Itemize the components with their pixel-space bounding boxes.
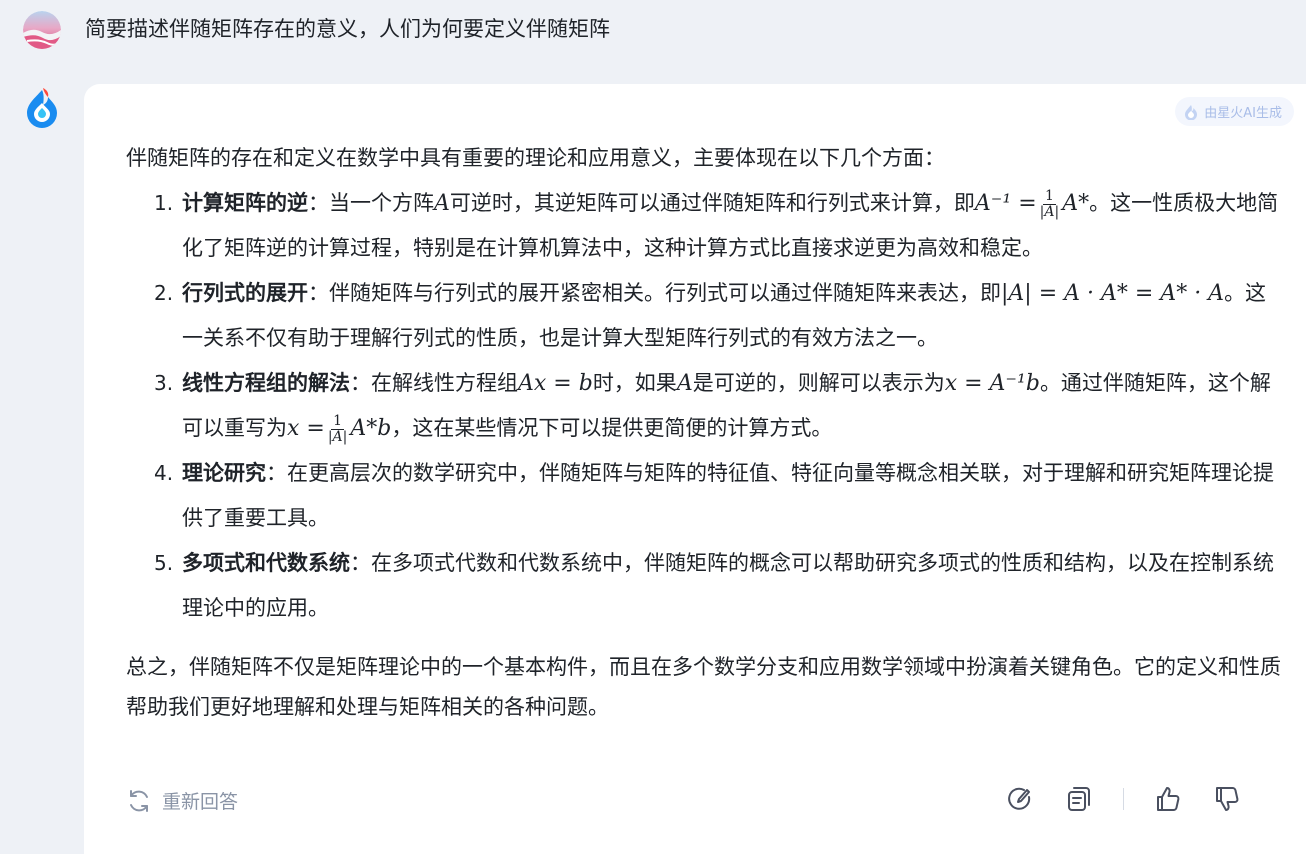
dislike-button[interactable]	[1212, 784, 1242, 814]
list-item: 2. 行列式的展开：伴随矩阵与行列式的展开紧密相关。行列式可以通过伴随矩阵来表达…	[154, 271, 1286, 361]
point-text: 时，如果	[592, 371, 677, 395]
thumbs-down-icon	[1216, 787, 1239, 811]
spark-small-icon	[1185, 104, 1198, 120]
math-fraction: 1 |A|	[327, 412, 348, 445]
point-text: ，这在某些情况下可以提供更简便的计算方式。	[391, 416, 833, 440]
refresh-icon	[130, 789, 148, 812]
math-inline: A⁻¹ =	[974, 191, 1037, 216]
point-title: 理论研究	[182, 461, 266, 485]
math-inline: x =	[287, 416, 325, 441]
answer-content: 伴随矩阵的存在和定义在数学中具有重要的理论和应用意义，主要体现在以下几个方面： …	[126, 138, 1286, 727]
list-number: 2.	[154, 281, 174, 305]
math-inline: A*b	[350, 416, 392, 441]
math-inline: A*	[1062, 191, 1090, 216]
point-text: ：伴随矩阵与行列式的展开紧密相关。行列式可以通过伴随矩阵来表达，即	[308, 281, 1001, 305]
list-item: 3. 线性方程组的解法：在解线性方程组Ax = b时，如果A是可逆的，则解可以表…	[154, 361, 1286, 451]
thumbs-up-icon	[1157, 787, 1180, 811]
list-item: 1. 计算矩阵的逆：当一个方阵A可逆时，其逆矩阵可以通过伴随矩阵和行列式来计算，…	[154, 181, 1286, 271]
copy-button[interactable]	[1064, 784, 1094, 814]
answer-intro: 伴随矩阵的存在和定义在数学中具有重要的理论和应用意义，主要体现在以下几个方面：	[126, 146, 945, 170]
math-fraction: 1 |A|	[1039, 187, 1060, 220]
answer-actions	[1005, 784, 1242, 814]
rewrite-icon	[1008, 787, 1031, 810]
ai-badge-label: 由星火AI生成	[1204, 106, 1282, 121]
answer-summary: 总之，伴随矩阵不仅是矩阵理论中的一个基本构件，而且在多个数学分支和应用数学领域中…	[126, 655, 1281, 719]
point-text: ：在更高层次的数学研究中，伴随矩阵与矩阵的特征值、特征向量等概念相关联，对于理解…	[182, 461, 1274, 530]
point-title: 行列式的展开	[182, 281, 308, 305]
math-inline: A	[676, 371, 693, 396]
list-number: 1.	[154, 191, 174, 215]
point-title: 多项式和代数系统	[182, 551, 350, 575]
spark-logo-avatar	[21, 86, 63, 128]
actions-divider	[1123, 788, 1124, 810]
list-number: 3.	[154, 371, 174, 395]
list-item: 4. 理论研究：在更高层次的数学研究中，伴随矩阵与矩阵的特征值、特征向量等概念相…	[154, 451, 1286, 541]
fraction-numerator: 1	[1042, 187, 1056, 205]
ai-generated-badge: 由星火AI生成	[1175, 97, 1294, 126]
fraction-numerator: 1	[331, 412, 345, 430]
answer-points-list: 1. 计算矩阵的逆：当一个方阵A可逆时，其逆矩阵可以通过伴随矩阵和行列式来计算，…	[126, 181, 1286, 631]
point-title: 线性方程组的解法	[182, 371, 350, 395]
point-text: 可逆时，其逆矩阵可以通过伴随矩阵和行列式来计算，即	[449, 191, 975, 215]
fraction-denominator: |A|	[327, 428, 348, 445]
user-avatar	[23, 11, 61, 49]
user-question-text: 简要描述伴随矩阵存在的意义，人们为何要定义伴随矩阵	[85, 17, 610, 41]
list-number: 4.	[154, 461, 174, 485]
answer-card: 由星火AI生成 伴随矩阵的存在和定义在数学中具有重要的理论和应用意义，主要体现在…	[84, 84, 1306, 854]
regenerate-button[interactable]: 重新回答	[126, 787, 238, 814]
math-inline: |A| = A · A* = A* · A	[1001, 281, 1225, 306]
point-text: 是可逆的，则解可以表示为	[692, 371, 945, 395]
copy-icon	[1068, 787, 1090, 811]
rewrite-button[interactable]	[1005, 784, 1035, 814]
list-item: 5. 多项式和代数系统：在多项式代数和代数系统中，伴随矩阵的概念可以帮助研究多项…	[154, 541, 1286, 631]
user-message-row: 简要描述伴随矩阵存在的意义，人们为何要定义伴随矩阵	[0, 0, 1306, 62]
point-text: ：当一个方阵	[308, 191, 434, 215]
point-title: 计算矩阵的逆	[182, 191, 308, 215]
math-inline: x = A⁻¹b	[944, 371, 1040, 396]
like-button[interactable]	[1153, 784, 1183, 814]
list-number: 5.	[154, 551, 174, 575]
fraction-denominator: |A|	[1039, 203, 1060, 220]
point-text: ：在解线性方程组	[350, 371, 518, 395]
math-inline: Ax = b	[518, 371, 593, 396]
math-inline: A	[434, 191, 450, 216]
regenerate-label: 重新回答	[162, 791, 239, 813]
